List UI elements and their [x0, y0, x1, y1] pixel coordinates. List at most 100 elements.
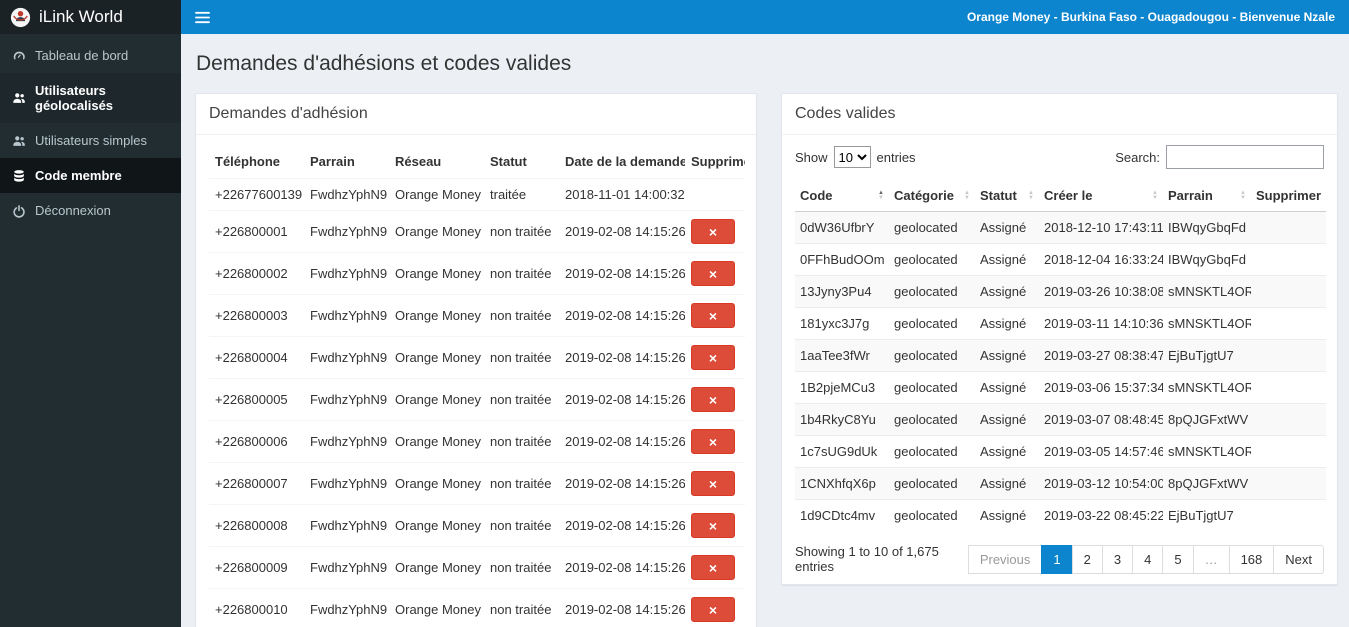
cell-code: 1B2pjeMCu3 — [795, 371, 889, 404]
delete-button[interactable]: × — [691, 345, 735, 370]
delete-button[interactable]: × — [691, 513, 735, 538]
cell-date: 2019-02-08 14:15:26 — [559, 588, 685, 627]
cell-supprimer: × — [685, 252, 745, 295]
cell-statut: non traitée — [484, 504, 559, 547]
cell-statut: non traitée — [484, 420, 559, 463]
page-button[interactable]: … — [1192, 544, 1230, 574]
page-button[interactable]: 2 — [1071, 544, 1103, 574]
navbar: Orange Money - Burkina Faso - Ouagadougo… — [181, 0, 1349, 34]
entries-label: entries — [876, 149, 916, 165]
column-header-sortable[interactable]: Créer le ▲ ▼ — [1039, 180, 1163, 212]
codes-panel-title: Codes valides — [782, 94, 1337, 135]
x-icon: × — [708, 475, 718, 492]
sort-icon: ▲▼ — [1028, 189, 1034, 201]
x-icon: × — [708, 601, 718, 618]
request-row: +226800003 FwdhzYphN9 Orange Money non t… — [209, 294, 745, 337]
cell-date: 2019-02-08 14:15:26 — [559, 462, 685, 505]
cell-telephone: +226800002 — [209, 252, 304, 295]
cell-telephone: +226800007 — [209, 462, 304, 505]
brand[interactable]: iLink World — [0, 0, 181, 34]
cell-categorie: geolocated — [889, 435, 975, 468]
cell-supprimer — [1251, 499, 1326, 531]
search-label: Search: — [1115, 149, 1160, 165]
cell-statut: non traitée — [484, 546, 559, 589]
cell-parrain: IBWqyGbqFd — [1163, 211, 1251, 244]
code-row: 1aaTee3fWr geolocated Assigné 2019-03-27… — [795, 339, 1326, 372]
cell-categorie: geolocated — [889, 403, 975, 436]
sidebar-item-deconnexion[interactable]: Déconnexion — [0, 193, 181, 228]
page-button[interactable]: 1 — [1041, 544, 1073, 574]
column-header-sortable[interactable]: Code ▲ ▼ — [795, 180, 889, 212]
page-button[interactable]: 5 — [1162, 544, 1194, 574]
x-icon: × — [708, 349, 718, 366]
delete-button[interactable]: × — [691, 219, 735, 244]
sidebar-item-code-membre[interactable]: Code membre — [0, 158, 181, 193]
cell-statut: Assigné — [975, 339, 1039, 372]
x-icon: × — [708, 307, 718, 324]
cell-supprimer — [1251, 211, 1326, 244]
delete-button[interactable]: × — [691, 429, 735, 454]
page-button[interactable]: Next — [1273, 544, 1324, 574]
cell-reseau: Orange Money — [389, 294, 484, 337]
delete-button[interactable]: × — [691, 471, 735, 496]
cell-categorie: geolocated — [889, 307, 975, 340]
requests-panel-title: Demandes d'adhésion — [196, 94, 756, 135]
column-header-sortable[interactable]: Parrain ▲ ▼ — [1163, 180, 1251, 212]
cell-supprimer — [1251, 371, 1326, 404]
main-content: Demandes d'adhésions et codes valides De… — [181, 34, 1349, 627]
cell-supprimer — [1251, 403, 1326, 436]
column-header-sortable[interactable]: Supprimer ▲▼ — [1251, 180, 1326, 212]
cell-supprimer: × — [685, 336, 745, 379]
sidebar-toggle-button[interactable] — [181, 0, 223, 34]
delete-button[interactable]: × — [691, 597, 735, 622]
code-row: 1d9CDtc4mv geolocated Assigné 2019-03-22… — [795, 499, 1326, 531]
cell-statut: Assigné — [975, 307, 1039, 340]
delete-button[interactable]: × — [691, 555, 735, 580]
cell-telephone: +226800009 — [209, 546, 304, 589]
page-button[interactable]: 168 — [1228, 544, 1275, 574]
sidebar-item-tableau-de-bord[interactable]: Tableau de bord — [0, 38, 181, 73]
cell-creer-le: 2018-12-10 17:43:11 — [1039, 211, 1163, 244]
cell-parrain: EjBuTjgtU7 — [1163, 499, 1251, 531]
code-row: 181yxc3J7g geolocated Assigné 2019-03-11… — [795, 307, 1326, 340]
sidebar-item-utilisateurs-geolocalises[interactable]: Utilisateurs géolocalisés — [0, 73, 181, 123]
column-header-sortable[interactable]: Statut ▲ ▼ — [975, 180, 1039, 212]
cell-reseau: Orange Money — [389, 178, 484, 211]
cell-date: 2019-02-08 14:15:26 — [559, 420, 685, 463]
cell-parrain: FwdhzYphN9 — [304, 336, 389, 379]
x-icon: × — [708, 223, 718, 240]
column-header-sortable[interactable]: Catégorie ▲ ▼ — [889, 180, 975, 212]
table-info: Showing 1 to 10 of 1,675 entries — [795, 544, 939, 574]
cell-supprimer: × — [685, 588, 745, 627]
cell-code: 13Jyny3Pu4 — [795, 275, 889, 308]
cell-reseau: Orange Money — [389, 588, 484, 627]
request-row: +226800006 FwdhzYphN9 Orange Money non t… — [209, 420, 745, 463]
length-select[interactable]: 10 — [833, 146, 871, 168]
sidebar-item-utilisateurs-simples[interactable]: Utilisateurs simples — [0, 123, 181, 158]
cell-statut: non traitée — [484, 252, 559, 295]
sidebar-item-label: Déconnexion — [35, 203, 111, 218]
delete-button[interactable]: × — [691, 387, 735, 412]
cell-code: 1aaTee3fWr — [795, 339, 889, 372]
column-header: Réseau — [389, 145, 484, 179]
cell-categorie: geolocated — [889, 243, 975, 276]
cell-date: 2019-02-08 14:15:26 — [559, 210, 685, 253]
cell-telephone: +226800001 — [209, 210, 304, 253]
column-header: Téléphone — [209, 145, 304, 179]
user-info: Orange Money - Burkina Faso - Ouagadougo… — [966, 10, 1335, 24]
page-button[interactable]: 4 — [1132, 544, 1164, 574]
codes-table: Code ▲ ▼ Catégorie ▲ ▼ Statut ▲ ▼ Créer … — [795, 180, 1326, 531]
delete-button[interactable]: × — [691, 261, 735, 286]
cell-telephone: +22677600139 — [209, 178, 304, 211]
search-input[interactable] — [1166, 145, 1324, 169]
request-row: +226800004 FwdhzYphN9 Orange Money non t… — [209, 336, 745, 379]
page-button[interactable]: 3 — [1101, 544, 1134, 574]
page-button[interactable]: Previous — [967, 544, 1043, 574]
sort-icon: ▲▼ — [1240, 189, 1246, 201]
requests-table: Téléphone Parrain Réseau Statut Date de la d… — [209, 145, 745, 627]
delete-button[interactable]: × — [691, 303, 735, 328]
request-row: +226800010 FwdhzYphN9 Orange Money non t… — [209, 588, 745, 627]
sort-icon: ▲▼ — [1325, 190, 1326, 201]
cell-categorie: geolocated — [889, 467, 975, 500]
cell-statut: Assigné — [975, 435, 1039, 468]
